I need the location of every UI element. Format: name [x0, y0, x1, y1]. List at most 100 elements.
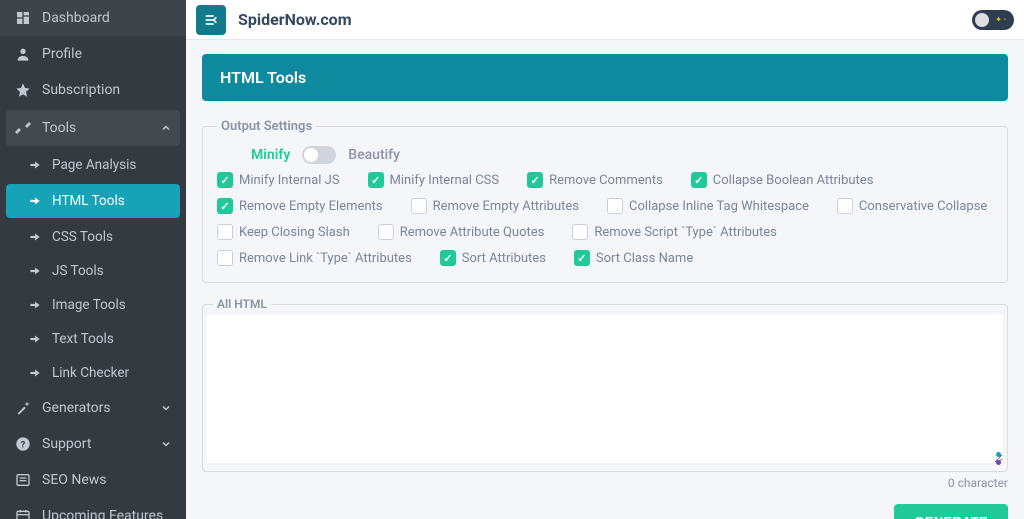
checkbox-icon: [217, 172, 233, 188]
checkbox-icon: [837, 198, 853, 214]
sidebar-item-support[interactable]: ? Support: [0, 426, 186, 462]
html-input-textarea[interactable]: [207, 315, 1003, 463]
sidebar-item-subscription[interactable]: Subscription: [0, 72, 186, 108]
option-sort-attributes[interactable]: Sort Attributes: [440, 250, 546, 266]
option-label: Minify Internal CSS: [390, 173, 500, 188]
sidebar-subitem-css-tools[interactable]: CSS Tools: [0, 220, 186, 254]
sidebar: Dashboard Profile Subscription Tools Pag…: [0, 0, 186, 519]
output-settings-legend: Output Settings: [217, 119, 316, 134]
arrow-right-icon: [28, 332, 42, 346]
sidebar-item-label: Page Analysis: [52, 157, 136, 173]
sidebar-subitem-html-tools[interactable]: HTML Tools: [6, 184, 180, 218]
calendar-icon: [14, 508, 32, 519]
sidebar-item-label: JS Tools: [52, 263, 104, 279]
sidebar-item-label: Upcoming Features: [42, 508, 163, 519]
arrow-right-icon: [28, 158, 42, 172]
chevron-up-icon: [160, 122, 172, 134]
option-keep-closing-slash[interactable]: Keep Closing Slash: [217, 224, 350, 240]
checkbox-icon: [572, 224, 588, 240]
sidebar-item-dashboard[interactable]: Dashboard: [0, 0, 186, 36]
checkbox-icon: [411, 198, 427, 214]
checkbox-icon: [440, 250, 456, 266]
sidebar-item-label: Subscription: [42, 82, 120, 98]
option-label: Remove Attribute Quotes: [400, 225, 545, 240]
minify-beautify-switch[interactable]: [302, 146, 336, 164]
sidebar-item-label: SEO News: [42, 472, 107, 488]
option-label: Collapse Inline Tag Whitespace: [629, 199, 809, 214]
option-label: Remove Script `Type` Attributes: [594, 225, 777, 240]
option-collapse-boolean-attributes[interactable]: Collapse Boolean Attributes: [691, 172, 874, 188]
chevron-down-icon: [160, 438, 172, 450]
all-html-fieldset: All HTML: [202, 297, 1008, 472]
toggle-label-minify: Minify: [251, 147, 290, 163]
option-label: Sort Class Name: [596, 251, 693, 266]
toggle-label-beautify: Beautify: [348, 147, 400, 163]
star-icon: [14, 82, 32, 98]
checkbox-icon: [217, 198, 233, 214]
actions-row: GENERATE: [202, 504, 1008, 519]
brand-title: SpiderNow.com: [238, 10, 352, 29]
sidebar-item-generators[interactable]: Generators: [0, 390, 186, 426]
checkbox-icon: [368, 172, 384, 188]
profile-icon: [14, 46, 32, 62]
options-grid: Minify Internal JS Minify Internal CSS R…: [217, 172, 993, 266]
sidebar-item-label: Link Checker: [52, 365, 129, 381]
sidebar-item-label: Image Tools: [52, 297, 126, 313]
option-sort-class-name[interactable]: Sort Class Name: [574, 250, 693, 266]
sidebar-item-label: HTML Tools: [52, 193, 125, 209]
news-icon: [14, 472, 32, 488]
checkbox-icon: [217, 250, 233, 266]
dark-mode-toggle[interactable]: ✦･: [972, 10, 1014, 30]
option-remove-empty-attributes[interactable]: Remove Empty Attributes: [411, 198, 579, 214]
checkbox-icon: [607, 198, 623, 214]
option-label: Remove Empty Attributes: [433, 199, 579, 214]
option-minify-internal-css[interactable]: Minify Internal CSS: [368, 172, 500, 188]
character-count: 0 character: [202, 476, 1008, 490]
sidebar-subitem-text-tools[interactable]: Text Tools: [0, 322, 186, 356]
page-title: HTML Tools: [202, 54, 1008, 101]
sidebar-item-label: CSS Tools: [52, 229, 113, 245]
option-label: Remove Comments: [549, 173, 663, 188]
sidebar-subitem-image-tools[interactable]: Image Tools: [0, 288, 186, 322]
sidebar-item-upcoming[interactable]: Upcoming Features: [0, 498, 186, 519]
option-remove-comments[interactable]: Remove Comments: [527, 172, 663, 188]
sidebar-item-tools[interactable]: Tools: [6, 110, 180, 146]
sidebar-item-label: Dashboard: [42, 10, 110, 26]
option-collapse-inline-tag-whitespace[interactable]: Collapse Inline Tag Whitespace: [607, 198, 809, 214]
sidebar-subitem-link-checker[interactable]: Link Checker: [0, 356, 186, 390]
sidebar-item-label: Generators: [42, 400, 111, 416]
resize-handle-icon[interactable]: [996, 452, 1001, 465]
svg-text:?: ?: [21, 439, 26, 450]
sidebar-item-label: Profile: [42, 46, 82, 62]
option-remove-script-type[interactable]: Remove Script `Type` Attributes: [572, 224, 777, 240]
sidebar-subitem-js-tools[interactable]: JS Tools: [0, 254, 186, 288]
chevron-down-icon: [160, 402, 172, 414]
wand-icon: [14, 400, 32, 416]
sidebar-item-label: Text Tools: [52, 331, 114, 347]
arrow-right-icon: [28, 264, 42, 278]
arrow-right-icon: [28, 366, 42, 380]
option-remove-attribute-quotes[interactable]: Remove Attribute Quotes: [378, 224, 545, 240]
option-remove-link-type[interactable]: Remove Link `Type` Attributes: [217, 250, 412, 266]
toggle-sidebar-button[interactable]: [196, 5, 226, 35]
sidebar-item-seo-news[interactable]: SEO News: [0, 462, 186, 498]
sidebar-item-profile[interactable]: Profile: [0, 36, 186, 72]
dashboard-icon: [14, 10, 32, 26]
option-label: Collapse Boolean Attributes: [713, 173, 874, 188]
option-label: Minify Internal JS: [239, 173, 340, 188]
main-area: SpiderNow.com ✦･ HTML Tools Output Setti…: [186, 0, 1024, 519]
option-label: Remove Link `Type` Attributes: [239, 251, 412, 266]
help-icon: ?: [14, 436, 32, 452]
sidebar-subitem-page-analysis[interactable]: Page Analysis: [0, 148, 186, 182]
option-remove-empty-elements[interactable]: Remove Empty Elements: [217, 198, 383, 214]
option-label: Sort Attributes: [462, 251, 546, 266]
arrow-right-icon: [28, 194, 42, 208]
option-minify-internal-js[interactable]: Minify Internal JS: [217, 172, 340, 188]
topbar: SpiderNow.com ✦･: [186, 0, 1024, 40]
checkbox-icon: [691, 172, 707, 188]
option-conservative-collapse[interactable]: Conservative Collapse: [837, 198, 987, 214]
generate-button[interactable]: GENERATE: [894, 504, 1008, 519]
arrow-right-icon: [28, 298, 42, 312]
checkbox-icon: [378, 224, 394, 240]
checkbox-icon: [217, 224, 233, 240]
